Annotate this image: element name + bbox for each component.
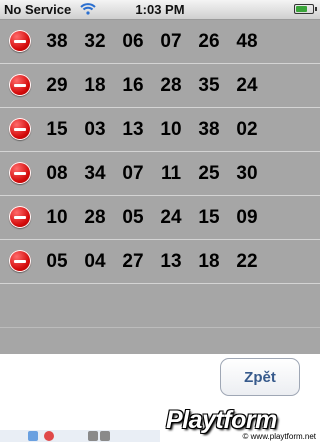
- lottery-number: 10: [160, 119, 182, 140]
- lottery-number: 29: [46, 75, 68, 96]
- number-group: 38 32 06 07 26 48: [38, 20, 266, 64]
- back-button[interactable]: Zpět: [220, 358, 300, 396]
- number-group: 08 34 07 11 25 30: [38, 152, 266, 196]
- lottery-number: 24: [160, 207, 182, 228]
- taskbar-strip: [0, 430, 160, 442]
- number-row[interactable]: 38 32 06 07 26 48: [0, 20, 320, 64]
- lottery-number: 18: [84, 75, 106, 96]
- delete-icon[interactable]: [9, 74, 31, 96]
- lottery-number: 13: [160, 251, 182, 272]
- lottery-number: 03: [84, 119, 106, 140]
- number-group: 29 18 16 28 35 24: [38, 64, 266, 108]
- lottery-number: 34: [84, 163, 106, 184]
- delete-icon[interactable]: [9, 162, 31, 184]
- lottery-number: 28: [84, 207, 106, 228]
- lottery-number: 32: [84, 31, 106, 52]
- number-list: 38 32 06 07 26 48 29 18 16 28 35 24 15 03 13 10 38 02 08 34…: [0, 20, 320, 354]
- delete-icon[interactable]: [9, 206, 31, 228]
- lottery-number: 28: [160, 75, 182, 96]
- watermark-logo: Playtform: [166, 406, 277, 434]
- lottery-number: 38: [198, 119, 220, 140]
- lottery-number: 15: [46, 119, 68, 140]
- number-row[interactable]: 29 18 16 28 35 24: [0, 64, 320, 108]
- number-group: 10 28 05 24 15 09: [38, 196, 266, 240]
- delete-icon[interactable]: [9, 250, 31, 272]
- lottery-number: 10: [46, 207, 68, 228]
- lottery-number: 24: [236, 75, 258, 96]
- lottery-number: 02: [236, 119, 258, 140]
- taskbar-icon: [44, 431, 54, 441]
- number-group: 05 04 27 13 18 22: [38, 240, 266, 284]
- lottery-number: 16: [122, 75, 144, 96]
- lottery-number: 07: [160, 31, 182, 52]
- number-row[interactable]: 08 34 07 11 25 30: [0, 152, 320, 196]
- number-row[interactable]: 05 04 27 13 18 22: [0, 240, 320, 284]
- lottery-number: 05: [122, 207, 144, 228]
- lottery-number: 09: [236, 207, 258, 228]
- lottery-number: 08: [46, 163, 68, 184]
- lottery-number: 13: [122, 119, 144, 140]
- lottery-number: 11: [160, 163, 182, 184]
- lottery-number: 26: [198, 31, 220, 52]
- clock: 1:03 PM: [135, 2, 185, 17]
- delete-icon[interactable]: [9, 30, 31, 52]
- lottery-number: 05: [46, 251, 68, 272]
- lottery-number: 30: [236, 163, 258, 184]
- taskbar-icon: [100, 431, 110, 441]
- lottery-number: 18: [198, 251, 220, 272]
- watermark: Playtform © www.playtform.net: [160, 406, 320, 442]
- number-row[interactable]: 10 28 05 24 15 09: [0, 196, 320, 240]
- battery-icon: [294, 4, 317, 14]
- status-bar: No Service 1:03 PM: [0, 0, 320, 20]
- number-group: 15 03 13 10 38 02: [38, 108, 266, 152]
- taskbar-icon: [28, 431, 38, 441]
- delete-icon[interactable]: [9, 118, 31, 140]
- watermark-url: © www.playtform.net: [242, 432, 316, 441]
- lottery-number: 35: [198, 75, 220, 96]
- lottery-number: 06: [122, 31, 144, 52]
- lottery-number: 27: [122, 251, 144, 272]
- taskbar-icon: [88, 431, 98, 441]
- lottery-number: 07: [122, 163, 144, 184]
- empty-row: [0, 284, 320, 328]
- lottery-number: 48: [236, 31, 258, 52]
- lottery-number: 04: [84, 251, 106, 272]
- lottery-number: 38: [46, 31, 68, 52]
- number-row[interactable]: 15 03 13 10 38 02: [0, 108, 320, 152]
- lottery-number: 25: [198, 163, 220, 184]
- lottery-number: 22: [236, 251, 258, 272]
- bottom-bar: Zpět Playtform © www.playtform.net: [0, 354, 320, 442]
- lottery-number: 15: [198, 207, 220, 228]
